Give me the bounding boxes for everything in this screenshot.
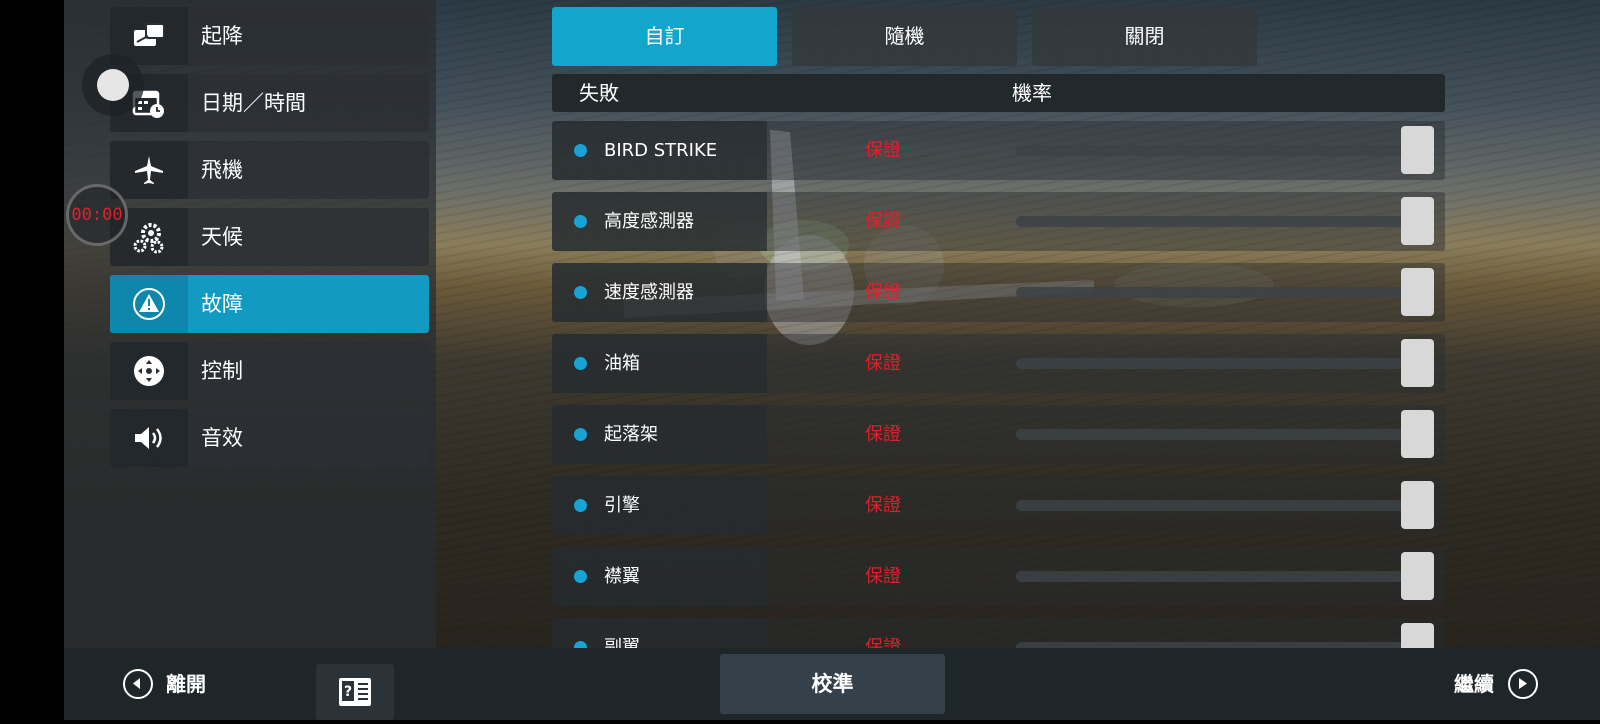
sidebar-item-label: 控制 bbox=[201, 359, 243, 383]
probability-slider-track[interactable] bbox=[1016, 145, 1406, 156]
manual-help-icon: ? bbox=[339, 678, 371, 706]
probability-slider-track[interactable] bbox=[1016, 571, 1406, 582]
sidebar-item-takeoff-landing[interactable]: 起降 bbox=[110, 7, 429, 65]
table-row: 副翼 保證 bbox=[552, 618, 1445, 648]
sidebar-item-label: 故障 bbox=[201, 292, 243, 316]
table-row: 速度感測器 保證 bbox=[552, 263, 1445, 322]
status-dot bbox=[574, 286, 587, 299]
probability-value: 保證 bbox=[865, 566, 901, 587]
probability-slider-handle[interactable] bbox=[1401, 623, 1434, 648]
table-row: 襟翼 保證 bbox=[552, 547, 1445, 606]
tab-off[interactable]: 關閉 bbox=[1032, 7, 1257, 66]
probability-slider-track[interactable] bbox=[1016, 358, 1406, 369]
status-dot bbox=[574, 570, 587, 583]
status-dot bbox=[574, 428, 587, 441]
status-dot bbox=[574, 641, 587, 648]
failure-name: 副翼 bbox=[604, 637, 640, 648]
tab-custom[interactable]: 自訂 bbox=[552, 7, 777, 66]
probability-value: 保證 bbox=[865, 211, 901, 232]
table-header: 失敗 機率 bbox=[552, 74, 1445, 112]
status-dot bbox=[574, 144, 587, 157]
dpad-control-icon bbox=[110, 342, 188, 400]
sidebar-item-date-time[interactable]: 日期／時間 bbox=[110, 74, 429, 132]
exit-label: 離開 bbox=[166, 672, 206, 696]
status-dot bbox=[574, 357, 587, 370]
failure-name: 油箱 bbox=[604, 353, 640, 374]
failure-name: 速度感測器 bbox=[604, 282, 694, 303]
tab-random[interactable]: 隨機 bbox=[792, 7, 1017, 66]
probability-slider-handle[interactable] bbox=[1401, 410, 1434, 458]
exit-button[interactable]: 離開 bbox=[118, 648, 228, 720]
probability-slider-track[interactable] bbox=[1016, 216, 1406, 227]
probability-slider-track[interactable] bbox=[1016, 287, 1406, 298]
column-header-probability: 機率 bbox=[1012, 81, 1052, 105]
probability-slider-handle[interactable] bbox=[1401, 552, 1434, 600]
probability-value: 保證 bbox=[865, 140, 901, 161]
svg-text:?: ? bbox=[344, 684, 352, 700]
speaker-icon bbox=[110, 409, 188, 467]
timer-display: 00:00 bbox=[66, 184, 128, 246]
failure-name: BIRD STRIKE bbox=[604, 140, 718, 161]
probability-value: 保證 bbox=[865, 424, 901, 445]
sidebar-item-sound[interactable]: 音效 bbox=[110, 409, 429, 467]
failure-name: 高度感測器 bbox=[604, 211, 694, 232]
continue-button[interactable]: 繼續 bbox=[1448, 648, 1568, 720]
airplane-icon bbox=[110, 141, 188, 199]
probability-slider-track[interactable] bbox=[1016, 429, 1406, 440]
probability-slider-handle[interactable] bbox=[1401, 197, 1434, 245]
failure-list: BIRD STRIKE 保證 高度感測器 保證 速度感測器 保證 油箱 保證 起… bbox=[552, 121, 1445, 648]
status-dot bbox=[574, 499, 587, 512]
sidebar-item-aircraft[interactable]: 飛機 bbox=[110, 141, 429, 199]
failure-name: 引擎 bbox=[604, 495, 640, 516]
probability-slider-handle[interactable] bbox=[1401, 268, 1434, 316]
status-dot bbox=[574, 215, 587, 228]
table-row: BIRD STRIKE 保證 bbox=[552, 121, 1445, 180]
probability-value: 保證 bbox=[865, 495, 901, 516]
floating-handle[interactable] bbox=[82, 54, 144, 116]
sidebar-item-label: 日期／時間 bbox=[201, 91, 306, 115]
sidebar-item-label: 天候 bbox=[201, 225, 243, 249]
table-row: 引擎 保證 bbox=[552, 476, 1445, 535]
failure-name: 襟翼 bbox=[604, 566, 640, 587]
table-row: 起落架 保證 bbox=[552, 405, 1445, 464]
probability-value: 保證 bbox=[865, 353, 901, 374]
table-row: 油箱 保證 bbox=[552, 334, 1445, 393]
probability-slider-handle[interactable] bbox=[1401, 339, 1434, 387]
warning-icon bbox=[110, 275, 188, 333]
sidebar-item-label: 起降 bbox=[201, 24, 243, 48]
manual-button[interactable]: ? bbox=[316, 664, 394, 720]
sidebar-item-label: 音效 bbox=[201, 426, 243, 450]
calibrate-button[interactable]: 校準 bbox=[720, 654, 945, 714]
sidebar-item-label: 飛機 bbox=[201, 158, 243, 182]
column-header-failure: 失敗 bbox=[579, 81, 619, 105]
back-arrow-icon bbox=[123, 669, 153, 699]
play-arrow-icon bbox=[1508, 669, 1538, 699]
failure-name: 起落架 bbox=[604, 424, 658, 445]
sidebar-item-failures[interactable]: 故障 bbox=[110, 275, 429, 333]
probability-value: 保證 bbox=[865, 637, 901, 648]
continue-label: 繼續 bbox=[1454, 672, 1494, 696]
probability-slider-handle[interactable] bbox=[1401, 126, 1434, 174]
sidebar-item-controls[interactable]: 控制 bbox=[110, 342, 429, 400]
probability-slider-handle[interactable] bbox=[1401, 481, 1434, 529]
sidebar-item-weather[interactable]: 天候 bbox=[110, 208, 429, 266]
probability-value: 保證 bbox=[865, 282, 901, 303]
table-row: 高度感測器 保證 bbox=[552, 192, 1445, 251]
probability-slider-track[interactable] bbox=[1016, 500, 1406, 511]
